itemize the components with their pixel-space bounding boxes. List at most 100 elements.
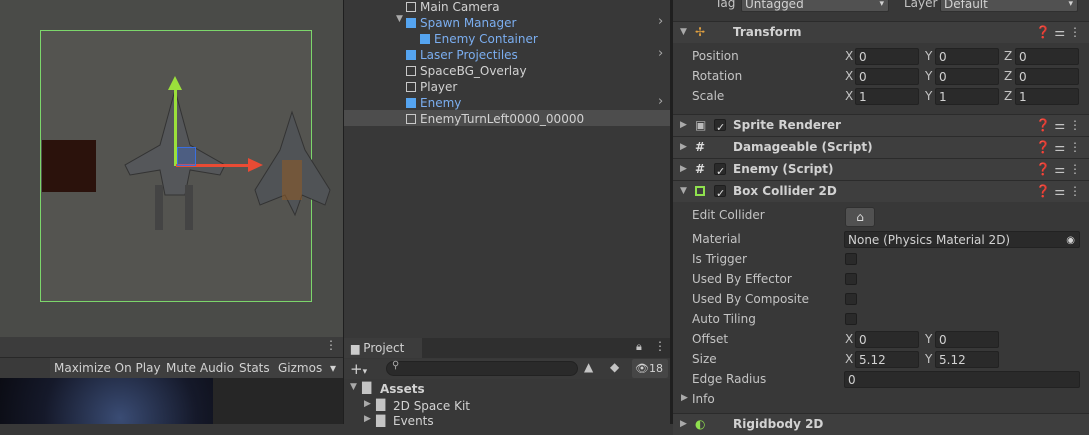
folder-icon: ▇: [376, 397, 386, 411]
scale-z-field[interactable]: 1: [1015, 88, 1079, 105]
layer-dropdown[interactable]: Default ▾: [940, 0, 1078, 12]
search-icon: ⚲: [392, 360, 400, 371]
hierarchy-item[interactable]: Spawn Manager: [406, 15, 516, 31]
sprite-renderer-header[interactable]: ▶ ▣ Sprite Renderer ❓ ⚌ ⋮: [673, 114, 1089, 138]
tab-project[interactable]: ▆ Project: [344, 338, 422, 358]
folder-2d-space-kit[interactable]: 2D Space Kit: [393, 399, 470, 413]
edge-radius-field[interactable]: 0: [844, 371, 1080, 388]
object-picker-icon[interactable]: ◉: [1066, 232, 1075, 249]
maximize-on-play-button[interactable]: Maximize On Play: [50, 358, 166, 378]
dropdown-arrow-icon: ▾: [1068, 0, 1073, 9]
script-icon: #: [695, 140, 706, 154]
chevron-right-icon[interactable]: ›: [658, 46, 663, 61]
hierarchy-item[interactable]: EnemyTurnLeft0000_00000: [406, 111, 584, 127]
chevron-right-icon[interactable]: ›: [658, 14, 663, 29]
hidden-packages-button[interactable]: 👁︎18: [632, 359, 668, 378]
axis-y-label: Y: [925, 89, 933, 103]
edit-collider-button[interactable]: ⌂: [845, 207, 875, 227]
component-enabled-checkbox[interactable]: [714, 161, 726, 182]
filter-by-label-icon[interactable]: ◆: [610, 360, 619, 374]
folder-events[interactable]: Events: [393, 414, 434, 428]
rigidbody-2d-header[interactable]: ▶ ◐ Rigidbody 2D: [673, 413, 1089, 435]
scale-y-field[interactable]: 1: [935, 88, 999, 105]
material-value: None (Physics Material 2D): [848, 233, 1011, 247]
rotation-x-field[interactable]: 0: [855, 68, 919, 85]
component-enabled-checkbox[interactable]: [714, 117, 726, 138]
enemy-script-header[interactable]: ▶ # Enemy (Script) ❓ ⚌ ⋮: [673, 158, 1089, 182]
chevron-right-icon[interactable]: ›: [658, 94, 663, 109]
expand-arrow-icon[interactable]: ▼: [350, 382, 357, 392]
is-trigger-checkbox[interactable]: [845, 253, 857, 265]
scale-x-field[interactable]: 1: [855, 88, 919, 105]
stats-button[interactable]: Stats: [235, 358, 275, 378]
scene-view[interactable]: [0, 0, 343, 337]
component-actions[interactable]: ❓ ⚌ ⋮: [1036, 181, 1081, 202]
hierarchy-item[interactable]: Laser Projectiles: [406, 47, 518, 63]
move-gizmo-y-head[interactable]: [168, 76, 182, 90]
game-view: ⋮: [0, 337, 343, 424]
hierarchy-panel: ▼ Main Camera Spawn Manager Enemy Contai…: [344, 0, 670, 337]
prefab-icon: [406, 50, 416, 60]
enemy-script-title: Enemy (Script): [733, 162, 834, 176]
tag-dropdown[interactable]: Untagged ▾: [741, 0, 889, 12]
gameobject-icon: [406, 82, 416, 92]
info-foldout[interactable]: Info: [692, 389, 715, 409]
expand-arrow-icon[interactable]: ▶: [364, 399, 371, 409]
filter-by-type-icon[interactable]: ▲: [584, 360, 593, 374]
hierarchy-item[interactable]: Enemy: [406, 95, 461, 111]
hierarchy-item[interactable]: SpaceBG_Overlay: [406, 63, 527, 79]
move-gizmo-plane[interactable]: [177, 147, 196, 166]
material-field[interactable]: None (Physics Material 2D) ◉: [844, 231, 1080, 248]
game-view-render: [0, 378, 213, 424]
rotation-z-field[interactable]: 0: [1015, 68, 1079, 85]
offset-label: Offset: [692, 332, 729, 346]
hierarchy-item[interactable]: Player: [406, 79, 457, 95]
rotation-y-field[interactable]: 0: [935, 68, 999, 85]
size-y-field[interactable]: 5.12: [935, 351, 999, 368]
component-actions[interactable]: ❓ ⚌ ⋮: [1036, 159, 1081, 180]
hierarchy-item-label: SpaceBG_Overlay: [420, 64, 527, 78]
move-gizmo-x-head[interactable]: [248, 158, 263, 172]
enemy-ship-sprite[interactable]: [250, 110, 340, 220]
hierarchy-item[interactable]: Main Camera: [406, 0, 500, 15]
more-options-icon[interactable]: ⋮: [654, 339, 666, 353]
gameobject-icon: [406, 66, 416, 76]
lock-icon[interactable]: 🔒︎: [636, 340, 642, 354]
position-z-field[interactable]: 0: [1015, 48, 1079, 65]
transform-icon: ✢: [695, 25, 706, 39]
gizmos-button[interactable]: Gizmos: [274, 358, 328, 378]
folder-icon: ▆: [351, 342, 360, 355]
expand-arrow-icon[interactable]: ▶: [364, 414, 371, 424]
component-actions[interactable]: ❓ ⚌ ⋮: [1036, 137, 1081, 158]
dark-square-sprite[interactable]: [42, 140, 96, 192]
axis-x-label: X: [845, 332, 854, 346]
assets-folder[interactable]: Assets: [380, 382, 425, 396]
component-actions[interactable]: ❓ ⚌ ⋮: [1036, 115, 1081, 136]
create-button[interactable]: +▾: [350, 359, 367, 382]
mute-audio-button[interactable]: Mute Audio: [162, 358, 239, 378]
used-by-effector-checkbox[interactable]: [845, 273, 857, 285]
auto-tiling-checkbox[interactable]: [845, 313, 857, 325]
eye-slash-icon: 👁︎: [635, 362, 649, 375]
offset-y-field[interactable]: 0: [935, 331, 999, 348]
component-actions[interactable]: ❓ ⚌ ⋮: [1036, 22, 1081, 43]
hierarchy-item-label: Spawn Manager: [420, 16, 517, 30]
axis-x-label: X: [845, 49, 854, 63]
transform-header[interactable]: ▼ ✢ Transform ❓ ⚌ ⋮: [673, 21, 1089, 43]
box-collider-header[interactable]: ▼ Box Collider 2D ❓ ⚌ ⋮: [673, 180, 1089, 204]
position-y-field[interactable]: 0: [935, 48, 999, 65]
component-enabled-checkbox[interactable]: [714, 183, 726, 204]
damageable-header[interactable]: ▶ # Damageable (Script) ❓ ⚌ ⋮: [673, 136, 1089, 158]
search-input[interactable]: ⚲: [386, 360, 578, 376]
more-options-icon[interactable]: ⋮: [325, 338, 337, 352]
hierarchy-item[interactable]: Enemy Container: [420, 31, 538, 47]
hierarchy-item-label: Enemy: [420, 96, 462, 110]
position-x-field[interactable]: 0: [855, 48, 919, 65]
collapse-arrow-icon[interactable]: ▶: [681, 393, 688, 403]
scale-label: Scale: [692, 89, 725, 103]
offset-x-field[interactable]: 0: [855, 331, 919, 348]
expand-arrow-icon[interactable]: ▼: [396, 14, 403, 24]
size-x-field[interactable]: 5.12: [855, 351, 919, 368]
used-by-composite-checkbox[interactable]: [845, 293, 857, 305]
project-panel: ▆ Project 🔒︎ ⋮ +▾ ⚲ ▲ ◆ 👁︎18 ▼ ▇ Assets …: [344, 338, 670, 428]
